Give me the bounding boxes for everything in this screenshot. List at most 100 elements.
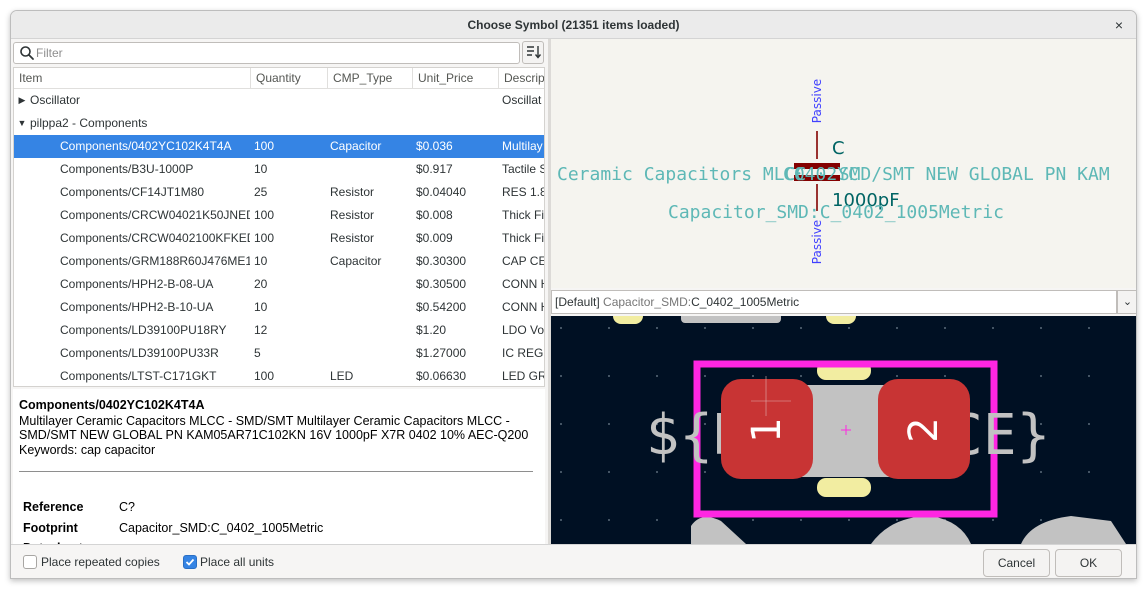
grid-dot [1040,471,1042,473]
footprint-preview: ${REFERENCE} 1 2 [551,316,1137,544]
pin-type-label-bottom: Passive [810,220,824,264]
table-row[interactable]: Components/CRCW0402100KFKED 100 Resistor $0… [14,227,544,250]
row-item: Components/CRCW04021K50JNED [60,208,250,222]
grid-dot [1136,519,1137,521]
row-description: CAP CEI [502,254,544,268]
grid-dot [1040,327,1042,329]
row-description: RES 1.8I [502,185,544,199]
row-quantity: 10 [254,254,268,268]
column-header-cmp-type[interactable]: CMP_Type [328,68,413,89]
symbol-tree[interactable]: Item Quantity CMP_Type Unit_Price Descri… [13,67,545,387]
grid-dot [1088,423,1090,425]
grid-dot [704,375,706,377]
tree-group-oscillator[interactable]: ▶ Oscillator Oscillat [14,89,544,112]
grid-dot [1088,327,1090,329]
table-row[interactable]: Components/0402YC102K4T4A 100 Capacitor $0.… [14,135,544,158]
pad-1-number: 1 [744,417,790,442]
row-unit-price: $0.917 [416,162,453,176]
dialog-title: Choose Symbol (21351 items loaded) [467,18,680,32]
field-value-reference: C? [119,500,135,514]
grid-dot [800,327,802,329]
footprint-select-name: C_0402_1005Metric [691,295,800,309]
table-row[interactable]: Components/LTST-C171GKT 100 LED $0.06630 LED… [14,365,544,386]
grid-dot [752,375,754,377]
titlebar: Choose Symbol (21351 items loaded) × [11,11,1136,39]
silk-mark [826,316,856,324]
table-row[interactable]: Components/CRCW04021K50JNED 100 Resistor $0… [14,204,544,227]
tree-group-pilppa2[interactable]: ▼ pilppa2 - Components [14,112,544,135]
grid-dot [656,327,658,329]
symbol-browser-panel: Item Quantity CMP_Type Unit_Price Descri… [11,39,548,544]
symbol-footprint-field: Capacitor_SMD:C_0402_1005Metric [668,202,1004,223]
table-row[interactable]: Components/GRM188R60J476ME15 10 Capacitor $… [14,250,544,273]
tree-header: Item Quantity CMP_Type Unit_Price Descri… [14,68,544,89]
row-unit-price: $0.008 [416,208,453,222]
close-button[interactable]: × [1110,16,1128,34]
place-repeated-label[interactable]: Place repeated copies [41,555,160,569]
column-header-description[interactable]: Descript [499,68,544,89]
row-cmp-type: Resistor [330,231,375,245]
grid-dot [608,519,610,521]
row-item: Components/B3U-1000P [60,162,194,176]
row-cmp-type: Capacitor [330,139,382,153]
expand-arrow-icon[interactable]: ▶ [16,89,28,112]
footprint-dropdown-button[interactable]: ⌄ [1117,290,1136,314]
symbol-preview: Passive Passive Ceramic Capacitors MLCC … [551,39,1136,288]
table-row[interactable]: Components/HPH2-B-10-UA 10 $0.54200 CONN H [14,296,544,319]
table-row[interactable]: Components/HPH2-B-08-UA 20 $0.30500 CONN H [14,273,544,296]
row-unit-price: $0.30300 [416,254,467,268]
table-row[interactable]: Components/LD39100PU18RY 12 $1.20 LDO Vol [14,319,544,342]
row-quantity: 100 [254,231,275,245]
row-quantity: 100 [254,369,275,383]
fab-mark [681,316,781,323]
symbol-canvas: Passive Passive Ceramic Capacitors MLCC … [557,79,1110,264]
grid-dot [896,375,898,377]
column-header-unit-price[interactable]: Unit_Price [413,68,499,89]
column-header-quantity[interactable]: Quantity [251,68,328,89]
collapse-arrow-icon[interactable]: ▼ [16,112,28,135]
details-keywords: Keywords: cap capacitor [19,443,156,457]
row-cmp-type [330,158,412,181]
column-header-item[interactable]: Item [14,68,251,89]
filter-field[interactable] [13,42,520,64]
row-item: Components/CF14JT1M80 [60,185,205,199]
sort-toggle-button[interactable] [522,41,544,64]
row-cmp-type: LED [330,369,354,383]
table-row[interactable]: Components/CF14JT1M80 25 Resistor $0.04040 R… [14,181,544,204]
footprint-reference-text: ${REFERENCE} [646,403,1051,468]
ok-button[interactable]: OK [1055,549,1122,577]
filter-input[interactable] [36,45,506,61]
choose-symbol-dialog: Choose Symbol (21351 items loaded) × Ite… [10,10,1137,579]
place-all-units-checkbox[interactable] [183,555,197,569]
place-all-units-label[interactable]: Place all units [200,555,274,569]
details-title: Components/0402YC102K4T4A [19,398,205,412]
grid-dot [608,327,610,329]
footprint-select[interactable]: [Default] Capacitor_SMD:C_0402_1005Metri… [551,290,1117,314]
sort-icon [527,46,542,59]
pin-type-label-top: Passive [810,79,824,123]
grid-dot [656,519,658,521]
footprint-selector-bar: [Default] Capacitor_SMD:C_0402_1005Metri… [551,288,1136,316]
grid-dot [896,519,898,521]
row-cmp-type [330,273,412,296]
grid-dot [560,423,562,425]
field-key-footprint: Footprint [23,521,78,535]
silk-mark [613,316,643,324]
chevron-down-icon: ⌄ [1122,296,1133,308]
grid-dot [800,375,802,377]
row-description: Thick Fil [502,231,545,245]
row-description: CONN H [502,277,545,291]
row-item: Components/CRCW0402100KFKED [60,231,250,245]
group-label: pilppa2 - Components [30,116,148,130]
row-cmp-type [330,342,412,365]
grid-dot [800,519,802,521]
place-repeated-checkbox[interactable] [23,555,37,569]
field-value-footprint: Capacitor_SMD:C_0402_1005Metric [119,521,324,535]
table-row[interactable]: Components/LD39100PU33R 5 $1.27000 IC REG L [14,342,544,365]
grid-dot [944,375,946,377]
row-cmp-type [330,296,412,319]
row-description: LED GRI [502,369,544,383]
grid-dot [608,471,610,473]
table-row[interactable]: Components/B3U-1000P 10 $0.917 Tactile S [14,158,544,181]
cancel-button[interactable]: Cancel [983,549,1050,577]
